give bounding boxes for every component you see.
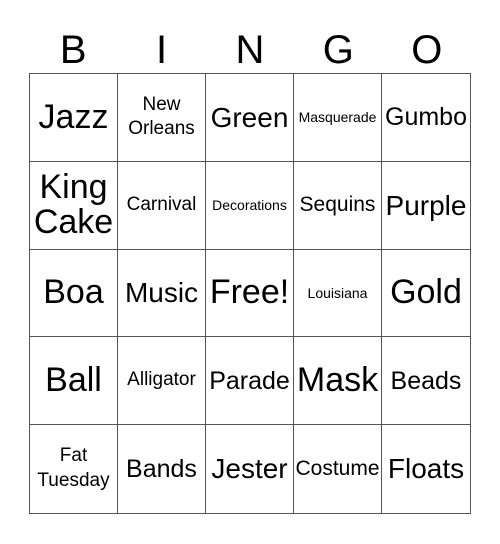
bingo-cell-label: Floats [387,453,465,485]
bingo-cell[interactable]: Louisiana [294,249,382,338]
bingo-cell-label: Jazz [38,97,109,136]
bingo-cell-label: Gold [390,273,462,312]
bingo-cell-label: King Cake [33,167,114,242]
bingo-cell[interactable]: Free! [206,249,294,338]
header-letter-o: O [411,28,443,72]
bingo-cell-label: Ball [45,360,102,399]
bingo-cell[interactable]: Gold [382,250,470,338]
bingo-cell[interactable]: Ball [30,337,118,426]
bingo-cell[interactable]: Carnival [118,161,206,250]
bingo-cell[interactable]: Boa [30,249,118,338]
bingo-cell[interactable]: Purple [382,162,470,250]
bingo-cell[interactable]: Parade [206,337,294,426]
bingo-cell-label: Music [124,277,199,309]
header-letter-i: I [156,28,168,72]
bingo-cell-label: Alligator [127,369,196,391]
bingo-cell-label: Beads [390,366,462,395]
bingo-cell[interactable]: Jester [206,425,294,513]
bingo-cell-label: Mask [296,360,379,399]
bingo-cell-label: Carnival [126,193,197,215]
bingo-cell-label: Green [210,101,289,133]
bingo-card-grid: Jazz New Orleans Green Masquerade Gumbo King … [29,73,471,514]
bingo-cell-label: Jester [211,453,288,485]
bingo-cell-label: Sequins [299,193,376,217]
bingo-cell-label: Masquerade [298,109,377,126]
bingo-cell-label: Fat Tuesday [37,445,110,492]
bingo-cell[interactable]: Fat Tuesday [30,425,118,513]
header-letter-g: G [322,28,354,72]
bingo-cell-label: Boa [43,273,104,312]
bingo-cell[interactable]: Bands [118,425,206,513]
bingo-cell[interactable]: Green [206,74,294,162]
bingo-cell[interactable]: Floats [382,425,470,513]
bingo-cell-label: Decorations [212,196,287,213]
bingo-header: B I N G O [29,28,471,72]
bingo-cell[interactable]: King Cake [30,161,118,250]
bingo-cell[interactable]: Costume [294,425,382,513]
bingo-cell-label: New Orleans [128,93,195,140]
bingo-cell-label: Free! [209,273,290,312]
bingo-cell[interactable]: New Orleans [118,74,206,162]
bingo-cell[interactable]: Jazz [30,74,118,162]
header-letter-b: B [59,28,87,72]
bingo-cell[interactable]: Alligator [118,337,206,426]
header-letter-n: N [235,28,265,72]
bingo-cell-label: Parade [209,366,290,395]
bingo-cell[interactable]: Music [118,249,206,338]
bingo-cell-label: Louisiana [307,284,368,301]
bingo-cell-label: Purple [385,189,467,221]
bingo-cell-label: Gumbo [385,103,467,132]
bingo-cell[interactable]: Decorations [206,161,294,250]
bingo-cell[interactable]: Sequins [294,161,382,250]
bingo-cell-label: Costume [295,457,380,481]
bingo-cell[interactable]: Masquerade [294,74,382,162]
bingo-cell[interactable]: Gumbo [382,74,470,162]
bingo-cell[interactable]: Mask [294,337,382,426]
bingo-cell[interactable]: Beads [382,337,470,426]
bingo-cell-label: Bands [126,454,197,483]
